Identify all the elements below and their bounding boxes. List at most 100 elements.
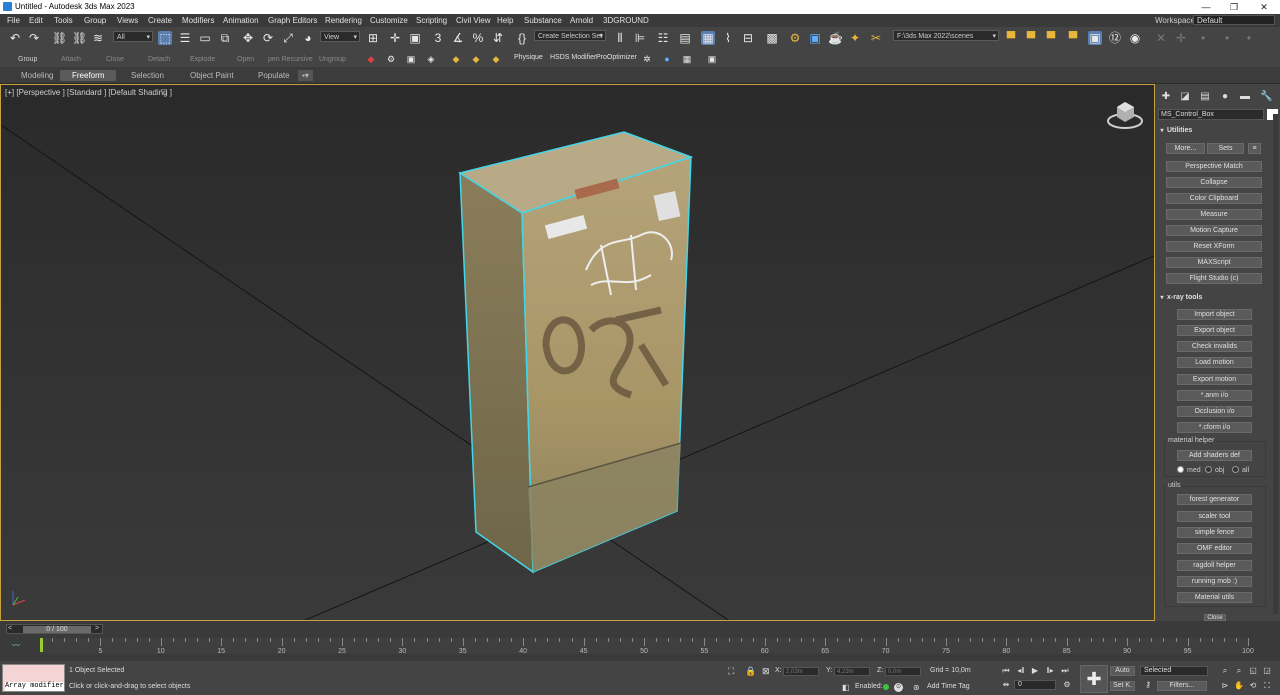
rollout-close-button[interactable]: Close <box>1204 614 1226 621</box>
rendered-frame-window-icon[interactable]: ▣ <box>808 31 822 45</box>
detach-label[interactable]: Detach <box>148 56 170 63</box>
x-coord-field[interactable]: 2,03m <box>783 667 819 676</box>
reset-xform-button[interactable]: Reset XForm <box>1166 241 1262 252</box>
link-icon[interactable]: ⛓ <box>52 31 67 45</box>
check-invalids-button[interactable]: Check invalids <box>1177 341 1252 352</box>
star-tool-icon[interactable]: ✲ <box>640 52 654 66</box>
measure-button[interactable]: Measure <box>1166 209 1262 220</box>
close-button[interactable]: ✕ <box>1250 0 1278 14</box>
menu-3dground[interactable]: 3DGROUND <box>603 16 649 25</box>
undo-icon[interactable]: ↶ <box>8 31 22 45</box>
spinner-snap-icon[interactable]: ⇵ <box>491 31 505 45</box>
tab-populate[interactable]: Populate <box>246 70 302 81</box>
adaptive-degradation-icon[interactable]: ◧ <box>842 683 850 692</box>
utilities-rollout-header[interactable]: ▾ Utilities <box>1157 125 1278 136</box>
tab-object-paint[interactable]: Object Paint <box>178 70 246 81</box>
menu-help[interactable]: Help <box>497 16 513 25</box>
track-bar-ruler[interactable]: 0510152025303540455055606570758085909510… <box>40 638 1254 655</box>
menu-file[interactable]: File <box>7 16 20 25</box>
menu-animation[interactable]: Animation <box>223 16 259 25</box>
pivot-center-icon[interactable]: ⊞ <box>366 31 380 45</box>
toggle-ribbon-icon[interactable]: ▦ <box>701 31 715 45</box>
motion-tab-icon[interactable]: ● <box>1219 91 1231 103</box>
open-folder-icon[interactable]: ▀ <box>1044 31 1058 45</box>
create-tab-icon[interactable]: ✚ <box>1160 91 1172 103</box>
ragdoll-helper-button[interactable]: ragdoll helper <box>1177 560 1252 571</box>
rect-selection-icon[interactable]: ▭ <box>198 31 212 45</box>
import-object-button[interactable]: Import object <box>1177 309 1252 320</box>
omf-editor-button[interactable]: OMF editor <box>1177 543 1252 554</box>
tab-selection[interactable]: Selection <box>119 70 176 81</box>
panel-scrollbar[interactable] <box>1273 114 1278 614</box>
scene-folder-icon[interactable]: ▀ <box>1066 31 1080 45</box>
radio-obj[interactable]: obj <box>1205 466 1224 474</box>
maxscript-button[interactable]: MAXScript <box>1166 257 1262 268</box>
move-icon[interactable]: ✥ <box>241 31 255 45</box>
modify-tab-icon[interactable]: ◪ <box>1179 91 1191 103</box>
toggle-12-icon[interactable]: ⑫ <box>1108 31 1122 45</box>
select-by-name-icon[interactable]: ☰ <box>178 31 192 45</box>
explode-label[interactable]: Explode <box>190 56 215 63</box>
cube-yellow3-icon[interactable]: ◆ <box>489 52 503 66</box>
render-tool-icon[interactable]: ▣ <box>705 52 719 66</box>
render-production-icon[interactable]: ☕ <box>828 31 843 45</box>
absolute-mode-icon[interactable]: ⊠ <box>762 666 770 677</box>
set-key-big-icon[interactable]: ✚ <box>1080 665 1108 693</box>
menu-tools[interactable]: Tools <box>54 16 73 25</box>
keyboard-shortcut-icon[interactable]: ▣ <box>408 31 422 45</box>
export-motion-button[interactable]: Export motion <box>1177 374 1252 385</box>
group-label[interactable]: Group <box>18 56 37 63</box>
toggle-scene-explorer-icon[interactable]: ☷ <box>656 31 670 45</box>
time-config-icon[interactable]: ⚙ <box>1062 680 1072 690</box>
time-tag-icon[interactable]: ⊛ <box>913 683 920 692</box>
redo-icon[interactable]: ↷ <box>27 31 41 45</box>
add-shaders-button[interactable]: Add shaders def <box>1177 450 1252 461</box>
minimize-button[interactable]: — <box>1192 0 1220 14</box>
running-mob-button[interactable]: running mob :) <box>1177 576 1252 587</box>
physique-button[interactable]: Physique <box>514 54 543 61</box>
lock-icon[interactable]: 🔒 <box>745 666 756 677</box>
close-label[interactable]: Close <box>106 56 124 63</box>
more-button[interactable]: More... <box>1166 143 1205 154</box>
menu-substance[interactable]: Substance <box>524 16 562 25</box>
zoom-extents-all-icon[interactable]: ◲ <box>1262 666 1272 676</box>
toggle-layer-explorer-icon[interactable]: ▤ <box>678 31 692 45</box>
slider-next-icon[interactable]: > <box>95 625 99 632</box>
reference-coord-dropdown[interactable]: View <box>320 31 360 43</box>
slider-prev-icon[interactable]: < <box>8 625 12 632</box>
go-to-start-icon[interactable]: ⏮ <box>1001 666 1011 676</box>
material-utils-button[interactable]: Material utils <box>1177 592 1252 603</box>
hsds-modifier-button[interactable]: HSDS Modifier <box>550 54 596 61</box>
open-label[interactable]: Open <box>237 56 254 63</box>
menu-modifiers[interactable]: Modifiers <box>182 16 214 25</box>
select-manipulate-icon[interactable]: ✛ <box>388 31 402 45</box>
color-clipboard-button[interactable]: Color Clipboard <box>1166 193 1262 204</box>
tab-modeling[interactable]: Modeling <box>9 70 65 81</box>
zoom-icon[interactable]: ⌕ <box>1220 666 1230 676</box>
angle-snap-icon[interactable]: ∡ <box>451 31 465 45</box>
curve-editor-mini-icon[interactable]: 〰 <box>12 640 20 651</box>
enabled-indicator[interactable] <box>883 684 889 690</box>
open-recursive-label[interactable]: pen Recursive <box>268 56 313 63</box>
display-tab-icon[interactable]: ▬ <box>1239 91 1251 103</box>
unlink-icon[interactable]: ⛓ <box>72 31 87 45</box>
set-key-button[interactable]: Set K. <box>1110 681 1135 691</box>
menu-graph-editors[interactable]: Graph Editors <box>268 16 317 25</box>
radio-med[interactable]: med <box>1177 466 1201 474</box>
perspective-match-button[interactable]: Perspective Match <box>1166 161 1262 172</box>
zoom-all-icon[interactable]: ⌕ <box>1234 666 1244 676</box>
isolate-icon[interactable]: ⛶ <box>728 666 734 677</box>
window-crossing-icon[interactable]: ⧉ <box>218 31 232 45</box>
enabled-toggle-icon[interactable]: ⊙ <box>894 683 903 692</box>
auto-key-button[interactable]: Auto <box>1110 666 1135 676</box>
selection-filter-dropdown[interactable]: All <box>113 31 153 43</box>
key-icon[interactable]: ⚷ <box>1143 680 1153 690</box>
occlusion-io-button[interactable]: Occlusion i/o <box>1177 406 1252 417</box>
z-coord-field[interactable]: 0,0m <box>885 667 921 676</box>
menu-edit[interactable]: Edit <box>29 16 43 25</box>
filter-icon[interactable]: ⛉ <box>161 88 167 98</box>
radio-all[interactable]: all <box>1232 466 1249 474</box>
bind-spacewarp-icon[interactable]: ≋ <box>91 31 105 45</box>
modifier-red-icon[interactable]: ◆ <box>364 52 378 66</box>
ungroup-label[interactable]: Ungroup <box>319 56 346 63</box>
